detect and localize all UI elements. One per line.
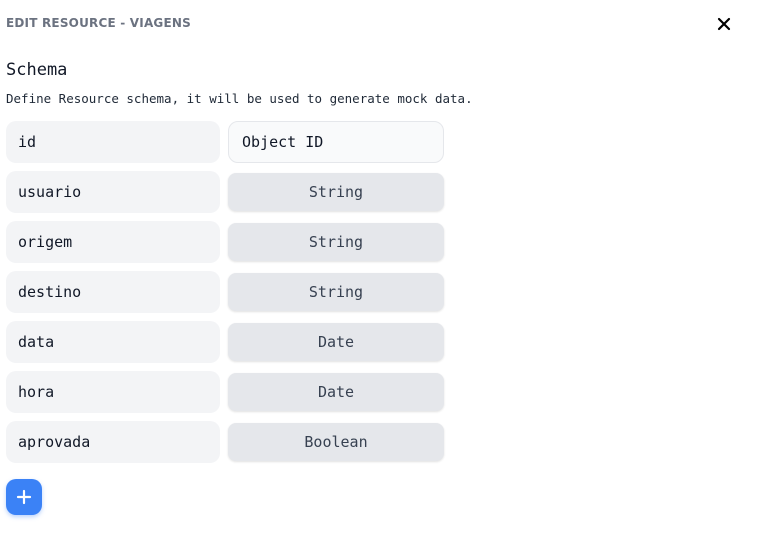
field-name-input[interactable]: data bbox=[6, 321, 220, 363]
schema-row: id Object ID bbox=[6, 121, 446, 163]
field-name-input[interactable]: aprovada bbox=[6, 421, 220, 463]
field-type-select[interactable]: String bbox=[228, 273, 444, 311]
field-type-select[interactable]: String bbox=[228, 173, 444, 211]
section-description: Define Resource schema, it will be used … bbox=[6, 91, 473, 106]
modal-title: EDIT RESOURCE - VIAGENS bbox=[6, 16, 191, 30]
section-heading: Schema bbox=[6, 60, 68, 80]
schema-row: hora Date bbox=[6, 371, 446, 413]
schema-row: destino String bbox=[6, 271, 446, 313]
schema-row: aprovada Boolean bbox=[6, 421, 446, 463]
field-name-input[interactable]: destino bbox=[6, 271, 220, 313]
field-type-input[interactable]: Object ID bbox=[228, 121, 444, 163]
field-name-input[interactable]: id bbox=[6, 121, 220, 163]
field-name-input[interactable]: origem bbox=[6, 221, 220, 263]
field-type-select[interactable]: String bbox=[228, 223, 444, 261]
field-type-select[interactable]: Date bbox=[228, 373, 444, 411]
schema-field-list: id Object ID usuario String origem Strin… bbox=[6, 121, 446, 471]
field-name-input[interactable]: hora bbox=[6, 371, 220, 413]
schema-row: origem String bbox=[6, 221, 446, 263]
add-field-button[interactable] bbox=[6, 479, 42, 515]
close-button[interactable] bbox=[712, 12, 736, 36]
close-icon bbox=[717, 17, 731, 31]
plus-icon bbox=[16, 489, 32, 505]
schema-row: data Date bbox=[6, 321, 446, 363]
field-type-select[interactable]: Boolean bbox=[228, 423, 444, 461]
field-type-select[interactable]: Date bbox=[228, 323, 444, 361]
field-name-input[interactable]: usuario bbox=[6, 171, 220, 213]
schema-row: usuario String bbox=[6, 171, 446, 213]
